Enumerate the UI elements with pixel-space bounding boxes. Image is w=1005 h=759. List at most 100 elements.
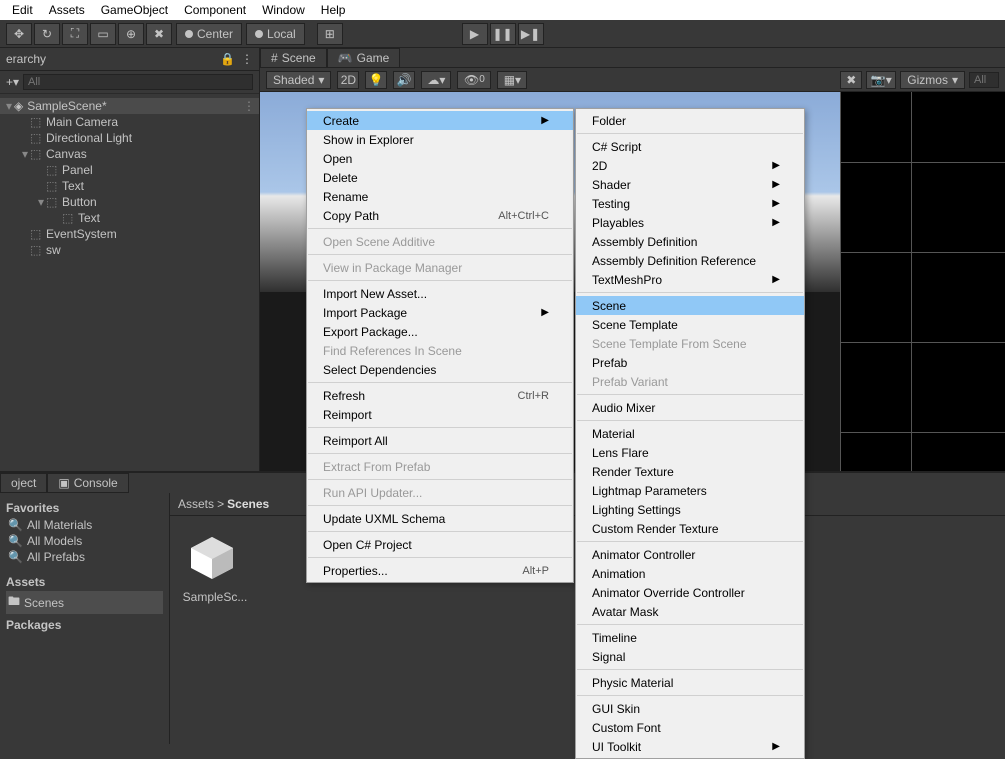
menu-item[interactable]: C# Script xyxy=(576,137,804,156)
scene-row[interactable]: ▾ ◈ SampleScene* ⋮ xyxy=(0,98,259,114)
menu-item[interactable]: Folder xyxy=(576,111,804,130)
menu-item[interactable]: Testing▶ xyxy=(576,194,804,213)
breadcrumb-leaf[interactable]: Scenes xyxy=(227,497,269,511)
menu-item[interactable]: Scene Template xyxy=(576,315,804,334)
2d-toggle[interactable]: 2D xyxy=(337,71,359,89)
menu-item[interactable]: 2D▶ xyxy=(576,156,804,175)
scene-menu-icon[interactable]: ⋮ xyxy=(243,99,255,113)
console-tab[interactable]: ▣Console xyxy=(47,473,128,493)
light-toggle[interactable]: 💡 xyxy=(365,71,387,89)
menu-item[interactable]: Lighting Settings xyxy=(576,500,804,519)
asset-samplescene[interactable]: SampleSc... xyxy=(180,526,250,604)
menu-item[interactable]: Create▶ xyxy=(307,111,573,130)
menu-item[interactable]: Copy PathAlt+Ctrl+C xyxy=(307,206,573,225)
menu-edit[interactable]: Edit xyxy=(4,1,41,19)
menu-item[interactable]: Scene xyxy=(576,296,804,315)
menu-item[interactable]: Animation xyxy=(576,564,804,583)
fx-toggle[interactable]: ☁▾ xyxy=(421,71,451,89)
hierarchy-item[interactable]: ⬚Main Camera xyxy=(0,114,259,130)
menu-item[interactable]: Assembly Definition xyxy=(576,232,804,251)
menu-item[interactable]: Open xyxy=(307,149,573,168)
space-toggle[interactable]: Local xyxy=(246,23,305,45)
grid-toggle[interactable]: ▦▾ xyxy=(497,71,527,89)
menu-item[interactable]: Avatar Mask xyxy=(576,602,804,621)
breadcrumb-root[interactable]: Assets xyxy=(178,497,214,511)
menu-item[interactable]: Prefab xyxy=(576,353,804,372)
menu-item[interactable]: Assembly Definition Reference xyxy=(576,251,804,270)
add-icon[interactable]: +▾ xyxy=(6,75,19,89)
menu-item[interactable]: RefreshCtrl+R xyxy=(307,386,573,405)
folder-scenes[interactable]: 🖿Scenes xyxy=(6,591,163,614)
menu-item[interactable]: Physic Material xyxy=(576,673,804,692)
game-tab[interactable]: 🎮Game xyxy=(327,48,401,67)
tools-icon[interactable]: ✖ xyxy=(840,71,862,89)
menu-item[interactable]: Open C# Project xyxy=(307,535,573,554)
hierarchy-item[interactable]: ⬚Text xyxy=(0,210,259,226)
menu-item[interactable]: Custom Render Texture xyxy=(576,519,804,538)
rect-tool[interactable]: ⊕ xyxy=(118,23,144,45)
menu-item[interactable]: GUI Skin xyxy=(576,699,804,718)
menu-item[interactable]: Lightmap Parameters xyxy=(576,481,804,500)
menu-item[interactable]: Rename xyxy=(307,187,573,206)
menu-item[interactable]: Import Package▶ xyxy=(307,303,573,322)
menu-item[interactable]: Signal xyxy=(576,647,804,666)
rotate-tool[interactable]: ⛶ xyxy=(62,23,88,45)
menu-item[interactable]: Animator Controller xyxy=(576,545,804,564)
fav-all-models[interactable]: 🔍All Models xyxy=(6,533,163,549)
shading-dropdown[interactable]: Shaded▾ xyxy=(266,71,331,89)
gizmos-dropdown[interactable]: Gizmos▾ xyxy=(900,71,965,89)
transform-tool[interactable]: ✖ xyxy=(146,23,172,45)
hierarchy-item[interactable]: ▾⬚Button xyxy=(0,194,259,210)
menu-item[interactable]: Audio Mixer xyxy=(576,398,804,417)
hierarchy-item[interactable]: ⬚EventSystem xyxy=(0,226,259,242)
menu-item[interactable]: Update UXML Schema xyxy=(307,509,573,528)
play-button[interactable]: ▶ xyxy=(462,23,488,45)
menu-item[interactable]: Properties...Alt+P xyxy=(307,561,573,580)
hierarchy-item[interactable]: ⬚Text xyxy=(0,178,259,194)
menu-item[interactable]: TextMeshPro▶ xyxy=(576,270,804,289)
menu-item[interactable]: Reimport All xyxy=(307,431,573,450)
hierarchy-search-input[interactable] xyxy=(23,74,253,90)
menu-item[interactable]: Render Texture xyxy=(576,462,804,481)
audio-toggle[interactable]: 🔊 xyxy=(393,71,415,89)
hierarchy-item[interactable]: ⬚Panel xyxy=(0,162,259,178)
hierarchy-item[interactable]: ▾⬚Canvas xyxy=(0,146,259,162)
snap-toggle[interactable]: ⊞ xyxy=(317,23,343,45)
menu-window[interactable]: Window xyxy=(254,1,313,19)
menu-item[interactable]: Custom Font xyxy=(576,718,804,737)
hierarchy-item[interactable]: ⬚Directional Light xyxy=(0,130,259,146)
step-button[interactable]: ▶❚ xyxy=(518,23,544,45)
scene-tab[interactable]: #Scene xyxy=(260,48,327,67)
menu-item[interactable]: Export Package... xyxy=(307,322,573,341)
menu-icon[interactable]: ⋮ xyxy=(241,52,253,66)
camera-icon[interactable]: 📷▾ xyxy=(866,71,896,89)
scene-search-input[interactable] xyxy=(969,72,999,88)
pivot-toggle[interactable]: Center xyxy=(176,23,242,45)
hierarchy-item[interactable]: ⬚sw xyxy=(0,242,259,258)
menu-item[interactable]: Animator Override Controller xyxy=(576,583,804,602)
menu-item[interactable]: Lens Flare xyxy=(576,443,804,462)
project-tab[interactable]: oject xyxy=(0,473,47,493)
fav-all-prefabs[interactable]: 🔍All Prefabs xyxy=(6,549,163,565)
packages-label[interactable]: Packages xyxy=(6,618,163,632)
pause-button[interactable]: ❚❚ xyxy=(490,23,516,45)
menu-item[interactable]: Select Dependencies xyxy=(307,360,573,379)
fav-all-materials[interactable]: 🔍All Materials xyxy=(6,517,163,533)
hidden-toggle[interactable]: 👁0 xyxy=(457,71,491,89)
hand-tool[interactable]: ✥ xyxy=(6,23,32,45)
menu-help[interactable]: Help xyxy=(313,1,354,19)
menu-item[interactable]: Shader▶ xyxy=(576,175,804,194)
menu-assets[interactable]: Assets xyxy=(41,1,93,19)
move-tool[interactable]: ↻ xyxy=(34,23,60,45)
menu-item[interactable]: Material xyxy=(576,424,804,443)
lock-icon[interactable]: 🔒 xyxy=(220,52,235,66)
scale-tool[interactable]: ▭ xyxy=(90,23,116,45)
menu-component[interactable]: Component xyxy=(176,1,254,19)
menu-item[interactable]: UI Toolkit▶ xyxy=(576,737,804,756)
menu-item[interactable]: Delete xyxy=(307,168,573,187)
menu-item[interactable]: Import New Asset... xyxy=(307,284,573,303)
menu-item[interactable]: Timeline xyxy=(576,628,804,647)
menu-gameobject[interactable]: GameObject xyxy=(93,1,176,19)
menu-item[interactable]: Playables▶ xyxy=(576,213,804,232)
menu-item[interactable]: Show in Explorer xyxy=(307,130,573,149)
